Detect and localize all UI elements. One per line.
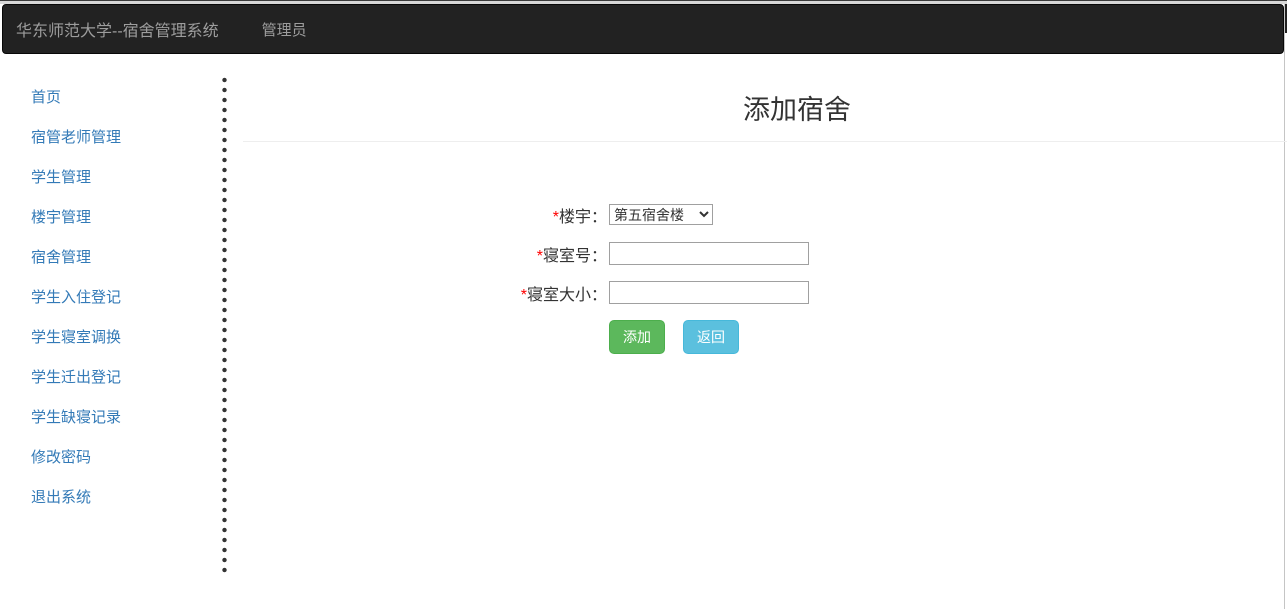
navbar-brand[interactable]: 华东师范大学--宿舍管理系统 <box>16 17 219 41</box>
sidebar-item: 楼宇管理 <box>31 196 201 236</box>
room-number-label: *寝室号： <box>243 242 607 266</box>
sidebar-item-building-management[interactable]: 楼宇管理 <box>31 206 91 227</box>
room-number-control <box>609 242 809 265</box>
sidebar-item-checkin-register[interactable]: 学生入住登记 <box>31 286 121 307</box>
page-title: 添加宿舍 <box>743 95 851 125</box>
back-button[interactable]: 返回 <box>683 320 739 354</box>
sidebar-item: 学生寝室调换 <box>31 316 201 356</box>
sidebar-item: 学生入住登记 <box>31 276 201 316</box>
sidebar-item-logout[interactable]: 退出系统 <box>31 486 91 507</box>
form-row-room-size: *寝室大小： <box>243 281 1287 304</box>
sidebar-item-room-swap[interactable]: 学生寝室调换 <box>31 326 121 347</box>
form-buttons-row: 添加 返回 <box>609 320 1287 354</box>
sidebar-item-dorm-management[interactable]: 宿舍管理 <box>31 246 91 267</box>
sidebar-item: 修改密码 <box>31 436 201 476</box>
sidebar-item-change-password[interactable]: 修改密码 <box>31 446 91 467</box>
sidebar-dotted-divider <box>222 75 227 575</box>
sidebar-item-moveout-register[interactable]: 学生迁出登记 <box>31 366 121 387</box>
form-row-room-number: *寝室号： <box>243 242 1287 265</box>
building-label-text: 楼宇： <box>558 208 607 226</box>
room-number-label-text: 寝室号： <box>542 247 607 265</box>
form-row-building: *楼宇： 第五宿舍楼 <box>243 203 1287 226</box>
building-control: 第五宿舍楼 <box>609 204 713 225</box>
sidebar-item: 首页 <box>31 76 201 116</box>
sidebar-menu: 首页 宿管老师管理 学生管理 楼宇管理 宿舍管理 学生入住登记 学生寝室调换 学… <box>31 76 201 516</box>
sidebar-item: 宿管老师管理 <box>31 116 201 156</box>
add-button[interactable]: 添加 <box>609 320 665 354</box>
sidebar-item-home[interactable]: 首页 <box>31 86 61 107</box>
sidebar-item: 学生迁出登记 <box>31 356 201 396</box>
main-content: 添加宿舍 *楼宇： 第五宿舍楼 *寝室号： *寝室大小： 添加 返回 <box>243 80 1287 354</box>
sidebar-item: 宿舍管理 <box>31 236 201 276</box>
title-divider <box>243 141 1287 142</box>
sidebar-item-student-management[interactable]: 学生管理 <box>31 166 91 187</box>
room-size-input[interactable] <box>609 281 809 304</box>
sidebar-item: 学生管理 <box>31 156 201 196</box>
sidebar-item: 学生缺寝记录 <box>31 396 201 436</box>
room-size-label-text: 寝室大小： <box>526 286 607 304</box>
sidebar-item-teacher-management[interactable]: 宿管老师管理 <box>31 126 121 147</box>
add-dorm-form: *楼宇： 第五宿舍楼 *寝室号： *寝室大小： 添加 返回 <box>243 203 1287 354</box>
top-navbar: 华东师范大学--宿舍管理系统 管理员 <box>2 4 1284 54</box>
sidebar-item: 退出系统 <box>31 476 201 516</box>
building-label: *楼宇： <box>243 203 607 227</box>
room-size-label: *寝室大小： <box>243 281 607 305</box>
room-number-input[interactable] <box>609 242 809 265</box>
sidebar-item-absence-records[interactable]: 学生缺寝记录 <box>31 406 121 427</box>
building-select[interactable]: 第五宿舍楼 <box>609 204 713 225</box>
navbar-user-menu[interactable]: 管理员 <box>262 19 307 40</box>
room-size-control <box>609 281 809 304</box>
